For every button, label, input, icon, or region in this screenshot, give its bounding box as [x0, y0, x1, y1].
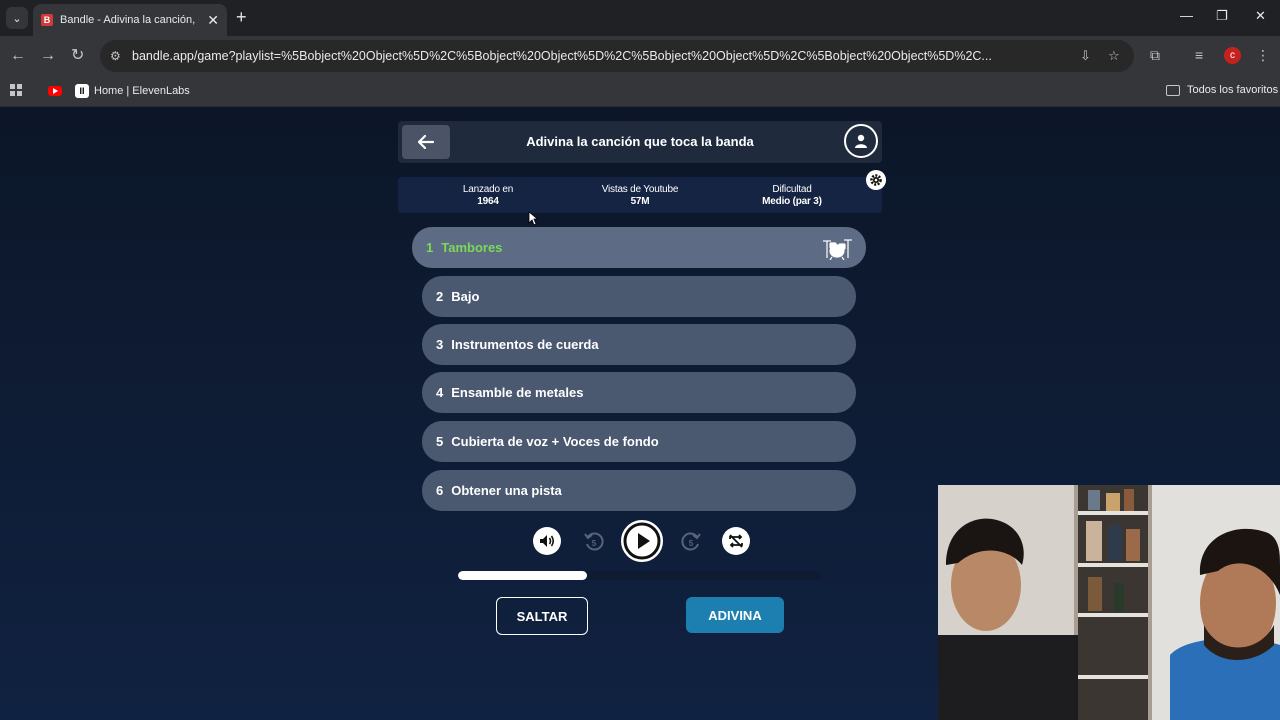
track-4-brass[interactable]: 4 Ensamble de metales [422, 372, 856, 413]
info-value: 1964 [477, 196, 499, 207]
profile-avatar[interactable]: c [1224, 47, 1241, 64]
skip-button[interactable]: SALTAR [496, 597, 588, 635]
track-label: Cubierta de voz + Voces de fondo [451, 434, 659, 449]
track-label: Bajo [451, 289, 480, 304]
folder-icon [1166, 84, 1180, 96]
all-bookmarks[interactable]: Todos los favoritos [1166, 84, 1278, 96]
url-text[interactable]: bandle.app/game?playlist=%5Bobject%20Obj… [132, 49, 1072, 63]
browser-tab-bar: ⌄ B Bandle - Adivina la canción, un ✕ + … [0, 0, 1280, 36]
info-value: 57M [630, 196, 650, 207]
track-label: Tambores [441, 240, 503, 255]
new-tab-plus-icon[interactable]: + [236, 8, 247, 26]
elevenlabs-icon: II [75, 84, 89, 98]
media-controls-icon[interactable]: ≡ [1195, 47, 1203, 63]
youtube-icon [48, 86, 62, 96]
forward-icon: 5 [681, 532, 701, 551]
track-number: 6 [436, 483, 444, 498]
apps-grid-icon[interactable] [10, 84, 22, 96]
bookmark-label: Home | ElevenLabs [94, 85, 190, 97]
bookmark-elevenlabs[interactable]: II Home | ElevenLabs [75, 84, 190, 98]
webcam-video-image [938, 485, 1280, 720]
game-header: Adivina la canción que toca la banda [398, 121, 882, 163]
rewind-5-button[interactable]: 5 [580, 527, 608, 555]
mouse-cursor-icon [528, 211, 538, 226]
webcam-overlay [938, 485, 1280, 720]
browser-tab-active[interactable]: B Bandle - Adivina la canción, un ✕ [33, 4, 227, 36]
game-back-button[interactable] [402, 125, 450, 159]
settings-button[interactable] [866, 170, 886, 190]
track-label: Ensamble de metales [451, 385, 584, 400]
rewind-seconds: 5 [592, 539, 597, 548]
restore-icon[interactable]: ❐ [1216, 8, 1228, 24]
track-number: 3 [436, 337, 444, 352]
forward-seconds: 5 [689, 539, 694, 548]
progress-fill [458, 571, 588, 580]
track-1-drums[interactable]: 1 Tambores [412, 227, 866, 268]
game-title: Adivina la canción que toca la banda [526, 134, 754, 149]
menu-dots-icon[interactable]: ⋮ [1256, 47, 1270, 64]
speaker-icon [540, 535, 555, 547]
guess-button[interactable]: ADIVINA [686, 597, 784, 633]
track-label: Instrumentos de cuerda [451, 337, 599, 352]
track-label: Obtener una pista [451, 483, 562, 498]
youtube-bookmark[interactable] [48, 86, 62, 96]
back-arrow-icon[interactable]: ← [10, 46, 26, 66]
info-value: Medio (par 3) [762, 196, 822, 207]
extensions-icon[interactable]: ⧉ [1150, 47, 1160, 64]
info-label: Vistas de Youtube [601, 184, 679, 195]
drum-kit-icon [823, 239, 852, 260]
user-icon [855, 134, 867, 148]
playback-progress-bar[interactable] [458, 571, 822, 580]
user-account-button[interactable] [844, 124, 878, 158]
rewind-icon: 5 [584, 532, 604, 551]
all-bookmarks-label: Todos los favoritos [1187, 84, 1279, 96]
tab-close-icon[interactable]: ✕ [207, 12, 219, 29]
forward-5-button[interactable]: 5 [677, 527, 705, 555]
track-2-bass[interactable]: 2 Bajo [422, 276, 856, 317]
bandle-favicon-icon: B [41, 14, 53, 26]
release-year-info: Lanzado en 1964 [448, 184, 528, 208]
minimize-icon[interactable]: — [1180, 8, 1193, 23]
youtube-views-info: Vistas de Youtube 57M [590, 184, 690, 208]
browser-toolbar: ← → ↻ ⚙ bandle.app/game?playlist=%5Bobje… [0, 36, 1280, 76]
install-app-icon[interactable]: ⇩ [1080, 48, 1091, 64]
window-close-icon[interactable]: ✕ [1255, 8, 1266, 24]
forward-arrow-icon[interactable]: → [40, 46, 56, 66]
track-3-strings[interactable]: 3 Instrumentos de cuerda [422, 324, 856, 365]
reload-icon[interactable]: ↻ [71, 46, 84, 66]
play-icon [623, 522, 661, 560]
site-info-icon[interactable]: ⚙ [110, 49, 132, 63]
address-bar[interactable]: ⚙ bandle.app/game?playlist=%5Bobject%20O… [100, 40, 1134, 72]
track-number: 5 [436, 434, 444, 449]
difficulty-info: Dificultad Medio (par 3) [742, 184, 842, 208]
song-info-bar: Lanzado en 1964 Vistas de Youtube 57M Di… [398, 177, 882, 213]
track-number: 2 [436, 289, 444, 304]
shuffle-button[interactable] [722, 527, 750, 555]
track-5-vocals[interactable]: 5 Cubierta de voz + Voces de fondo [422, 421, 856, 462]
track-6-hint[interactable]: 6 Obtener una pista [422, 470, 856, 511]
play-button[interactable] [621, 520, 663, 562]
track-number: 1 [426, 240, 434, 255]
track-number: 4 [436, 385, 444, 400]
bookmarks-bar: II Home | ElevenLabs Todos los favoritos [0, 76, 1280, 107]
info-label: Dificultad [772, 184, 812, 195]
bookmark-star-icon[interactable]: ☆ [1108, 48, 1120, 64]
arrow-left-icon [418, 135, 434, 149]
tab-title: Bandle - Adivina la canción, un [60, 14, 200, 26]
volume-button[interactable] [533, 527, 561, 555]
repeat-off-icon [729, 534, 743, 548]
gear-icon [870, 174, 882, 186]
info-label: Lanzado en [462, 184, 514, 195]
tab-search-chevron-icon[interactable]: ⌄ [6, 7, 28, 29]
